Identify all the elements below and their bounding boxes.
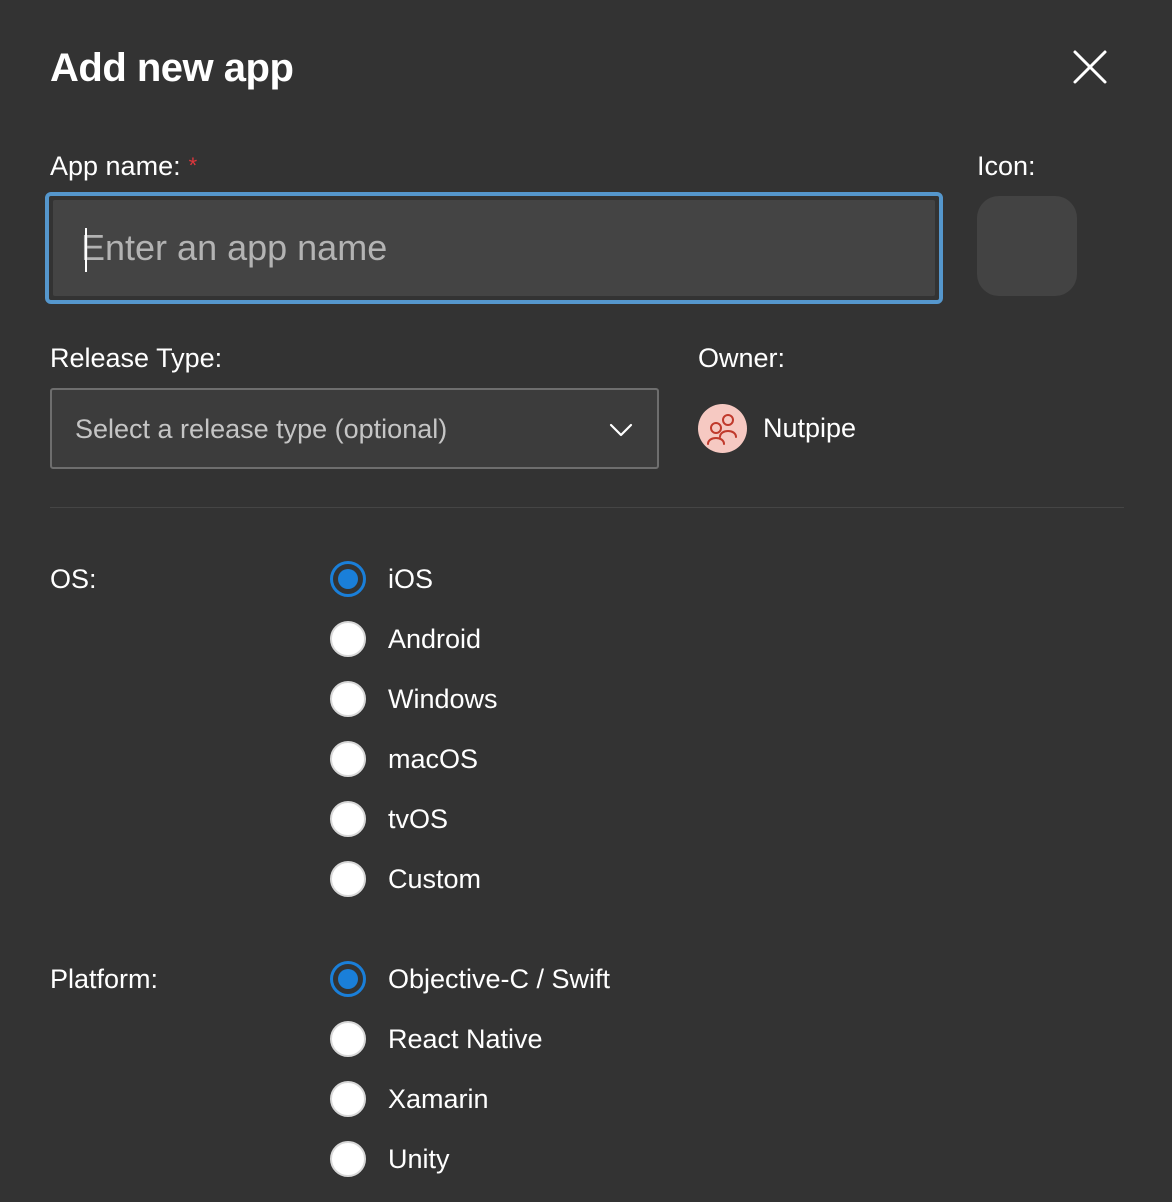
close-icon <box>1073 50 1107 84</box>
close-button[interactable] <box>1066 43 1114 91</box>
radio-button[interactable] <box>330 621 366 657</box>
chevron-down-icon <box>609 423 633 437</box>
radio-button[interactable] <box>330 801 366 837</box>
radio-button[interactable] <box>330 681 366 717</box>
platform-option-label: Unity <box>388 1144 450 1174</box>
section-divider <box>50 507 1124 508</box>
platform-option-objc-swift[interactable]: Objective-C / Swift <box>330 959 610 999</box>
radio-button[interactable] <box>330 1081 366 1117</box>
required-indicator: * <box>188 153 198 178</box>
radio-button[interactable] <box>330 1141 366 1177</box>
platform-option-label: Objective-C / Swift <box>388 964 611 994</box>
owner-avatar <box>698 404 747 453</box>
os-option-custom[interactable]: Custom <box>330 859 481 899</box>
os-option-macos[interactable]: macOS <box>330 739 478 779</box>
os-option-label: iOS <box>388 564 434 594</box>
platform-option-unity[interactable]: Unity <box>330 1139 450 1179</box>
people-icon <box>707 414 737 445</box>
radio-button[interactable] <box>330 561 366 597</box>
radio-button[interactable] <box>330 861 366 897</box>
app-name-field-inner <box>53 200 935 296</box>
radio-button[interactable] <box>330 961 366 997</box>
app-name-field <box>45 192 943 304</box>
os-option-ios[interactable]: iOS <box>330 559 433 599</box>
os-option-label: macOS <box>388 744 479 774</box>
text-caret <box>85 228 87 272</box>
platform-option-label: Xamarin <box>388 1084 489 1114</box>
icon-label: Icon: <box>977 151 1036 181</box>
os-option-windows[interactable]: Windows <box>330 679 498 719</box>
app-name-label-text: App name: <box>50 151 181 181</box>
app-name-input[interactable] <box>53 200 935 296</box>
app-icon-picker[interactable] <box>977 196 1077 296</box>
os-label: OS: <box>50 564 97 594</box>
os-option-label: tvOS <box>388 804 449 834</box>
owner-label: Owner: <box>698 343 786 373</box>
platform-label: Platform: <box>50 964 159 994</box>
platform-option-label: React Native <box>388 1024 543 1054</box>
os-option-label: Android <box>388 624 482 654</box>
os-option-label: Custom <box>388 864 482 894</box>
release-type-label: Release Type: <box>50 343 223 373</box>
os-option-tvos[interactable]: tvOS <box>330 799 448 839</box>
radio-button[interactable] <box>330 741 366 777</box>
platform-option-xamarin[interactable]: Xamarin <box>330 1079 489 1119</box>
owner-name: Nutpipe <box>763 413 857 443</box>
radio-button[interactable] <box>330 1021 366 1057</box>
os-option-label: Windows <box>388 684 498 714</box>
release-type-selected-value: Select a release type (optional) <box>75 414 448 444</box>
os-option-android[interactable]: Android <box>330 619 481 659</box>
release-type-select[interactable]: Select a release type (optional) <box>50 388 659 469</box>
app-name-label: App name: * <box>50 150 197 182</box>
dialog-title: Add new app <box>50 46 294 90</box>
platform-option-react-native[interactable]: React Native <box>330 1019 543 1059</box>
